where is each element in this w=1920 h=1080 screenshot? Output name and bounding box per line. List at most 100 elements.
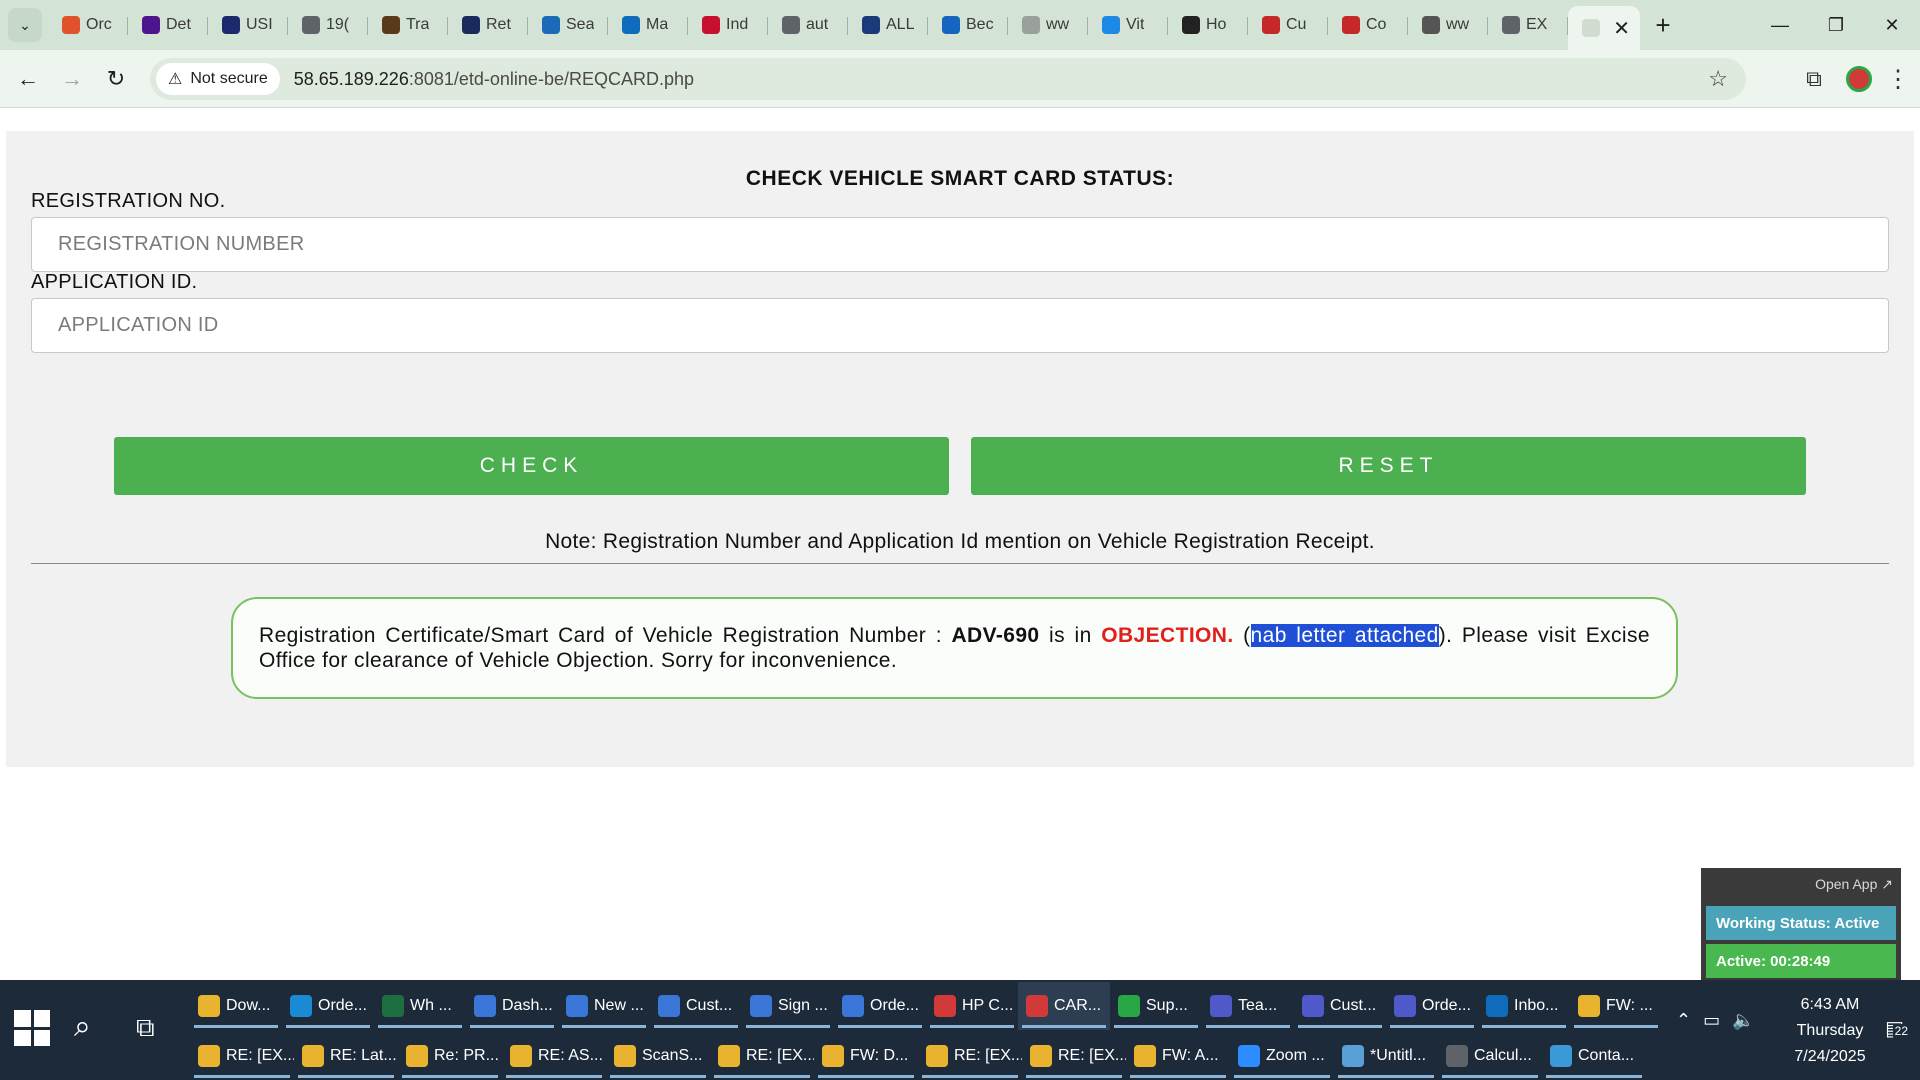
taskbar-item[interactable]: Re: PR... [398, 1032, 502, 1080]
taskbar-item[interactable]: Sup... [1110, 982, 1202, 1030]
browser-tab[interactable]: Ind [688, 6, 768, 44]
taskbar-item[interactable]: Orde... [282, 982, 374, 1030]
site-security-chip[interactable]: ⚠ Not secure [156, 63, 280, 95]
browser-tab[interactable]: Cu [1248, 6, 1328, 44]
taskbar-item[interactable]: Calcul... [1438, 1032, 1542, 1080]
profile-avatar[interactable] [1846, 66, 1872, 92]
browser-toolbar: ← → ↻ ⚠ Not secure 58.65.189.226:8081/et… [0, 50, 1920, 108]
taskbar-item[interactable]: RE: AS... [502, 1032, 606, 1080]
browser-tab[interactable]: Orc [48, 6, 128, 44]
toolbar-right: ⧉ ⋮ [1796, 58, 1910, 100]
taskbar-item[interactable]: RE: [EX... [710, 1032, 814, 1080]
back-button[interactable]: ← [6, 57, 50, 101]
browser-tab[interactable]: ALL [848, 6, 928, 44]
extensions-puzzle-icon[interactable]: ⧉ [1796, 66, 1832, 92]
registration-number-value: ADV-690 [951, 624, 1040, 647]
browser-tab[interactable]: ww [1408, 6, 1488, 44]
taskbar-item[interactable]: Cust... [1294, 982, 1386, 1030]
browser-tab[interactable]: Co [1328, 6, 1408, 44]
taskbar-item[interactable]: FW: D... [814, 1032, 918, 1080]
browser-tab[interactable]: USI [208, 6, 288, 44]
taskbar-item[interactable]: HP C... [926, 982, 1018, 1030]
taskbar-item[interactable]: RE: Lat... [294, 1032, 398, 1080]
taskbar-item[interactable]: Zoom ... [1230, 1032, 1334, 1080]
taskbar-item[interactable]: Sign ... [742, 982, 834, 1030]
taskbar-item[interactable]: FW: A... [1126, 1032, 1230, 1080]
active-browser-tab[interactable]: ✕ [1568, 6, 1640, 50]
taskbar-item[interactable]: ScanS... [606, 1032, 710, 1080]
taskbar-item[interactable]: Orde... [834, 982, 926, 1030]
taskbar-item[interactable]: Tea... [1202, 982, 1294, 1030]
dollar-icon [1102, 16, 1120, 34]
check-button[interactable]: CHECK [114, 437, 949, 495]
chevron-up-icon[interactable]: ⌃ [1676, 1010, 1691, 1031]
taskbar-item[interactable]: Conta... [1542, 1032, 1646, 1080]
taskbar-item[interactable]: New ... [558, 982, 650, 1030]
menu-dots-icon[interactable]: ⋮ [1886, 65, 1910, 94]
taskbar-item[interactable]: Cust... [650, 982, 742, 1030]
application-id-input[interactable] [31, 298, 1889, 353]
reset-button[interactable]: RESET [971, 437, 1806, 495]
chrome-icon [842, 995, 864, 1017]
taskbar-item-label: Dow... [226, 997, 271, 1014]
browser-tab[interactable]: Tra [368, 6, 448, 44]
browser-tab[interactable]: Ho [1168, 6, 1248, 44]
close-icon: ✕ [1884, 14, 1900, 35]
taskbar-item[interactable]: RE: [EX... [190, 1032, 294, 1080]
loading-icon [1022, 16, 1040, 34]
stripes-icon [702, 16, 720, 34]
close-tab-icon[interactable]: ✕ [1613, 16, 1630, 41]
arrow-left-icon: ← [17, 65, 39, 91]
zoom-icon [1238, 1045, 1260, 1067]
windows-start-icon[interactable] [14, 1010, 50, 1046]
browser-tab[interactable]: Ret [448, 6, 528, 44]
browser-tab[interactable]: 19( [288, 6, 368, 44]
forward-button[interactable]: → [50, 57, 94, 101]
new-tab-button[interactable]: + [1646, 8, 1680, 42]
browser-tab[interactable]: Det [128, 6, 208, 44]
browser-tab[interactable]: Sea [528, 6, 608, 44]
search-icon[interactable]: ⌕ [74, 1010, 91, 1044]
browser-tab[interactable]: Bec [928, 6, 1008, 44]
address-bar[interactable]: ⚠ Not secure 58.65.189.226:8081/etd-onli… [150, 58, 1746, 100]
taskbar-item[interactable]: *Untitl... [1334, 1032, 1438, 1080]
taskbar-item[interactable]: RE: [EX... [918, 1032, 1022, 1080]
taskbar-item[interactable]: Orde... [1386, 982, 1478, 1030]
windows-taskbar: ⌕ ⧉ Dow... Orde... Wh ... Dash... New ... Cus… [0, 980, 1920, 1080]
browser-tab[interactable]: aut [768, 6, 848, 44]
taskbar-item[interactable]: Dash... [466, 982, 558, 1030]
browser-tab[interactable]: ww [1008, 6, 1088, 44]
result-prefix: Registration Certificate/Smart Card of V… [259, 624, 952, 647]
volume-icon[interactable]: 🔈 [1732, 1010, 1754, 1031]
tab-label: EX [1526, 16, 1548, 33]
registration-number-input[interactable] [31, 217, 1889, 272]
taskbar-item-label: RE: [EX... [954, 1047, 1022, 1064]
bookmark-star-icon[interactable]: ☆ [1708, 66, 1728, 92]
close-window-button[interactable]: ✕ [1864, 0, 1920, 50]
taskbar-item[interactable]: Dow... [190, 982, 282, 1030]
tab-label: Det [166, 16, 191, 33]
tab-search-button[interactable]: ⌄ [8, 8, 42, 42]
outlook-icon [622, 16, 640, 34]
restore-icon: ❐ [1827, 14, 1845, 35]
notification-center-icon[interactable]: ▤22 [1885, 1016, 1910, 1041]
taskbar-item[interactable]: CAR... [1018, 982, 1110, 1030]
reload-button[interactable]: ↻ [94, 57, 138, 101]
clock[interactable]: 6:43 AM Thursday 7/24/2025 [1770, 992, 1890, 1070]
taskbar-item[interactable]: FW: ... [1570, 982, 1662, 1030]
taskbar-item[interactable]: Wh ... [374, 982, 466, 1030]
f-icon [942, 16, 960, 34]
open-app-link[interactable]: Open App ↗ [1815, 876, 1893, 893]
tab-label: Co [1366, 16, 1387, 33]
restore-button[interactable]: ❐ [1808, 0, 1864, 50]
tab-label: Ret [486, 16, 511, 33]
browser-tab[interactable]: EX [1488, 6, 1568, 44]
battery-icon[interactable]: ▭ [1703, 1010, 1720, 1031]
taskbar-item[interactable]: RE: [EX... [1022, 1032, 1126, 1080]
task-view-icon[interactable]: ⧉ [136, 1012, 155, 1044]
url-text[interactable]: 58.65.189.226:8081/etd-online-be/REQCARD… [294, 69, 694, 90]
minimize-button[interactable]: — [1752, 0, 1808, 50]
taskbar-item[interactable]: Inbo... [1478, 982, 1570, 1030]
browser-tab[interactable]: Ma [608, 6, 688, 44]
browser-tab[interactable]: Vit [1088, 6, 1168, 44]
